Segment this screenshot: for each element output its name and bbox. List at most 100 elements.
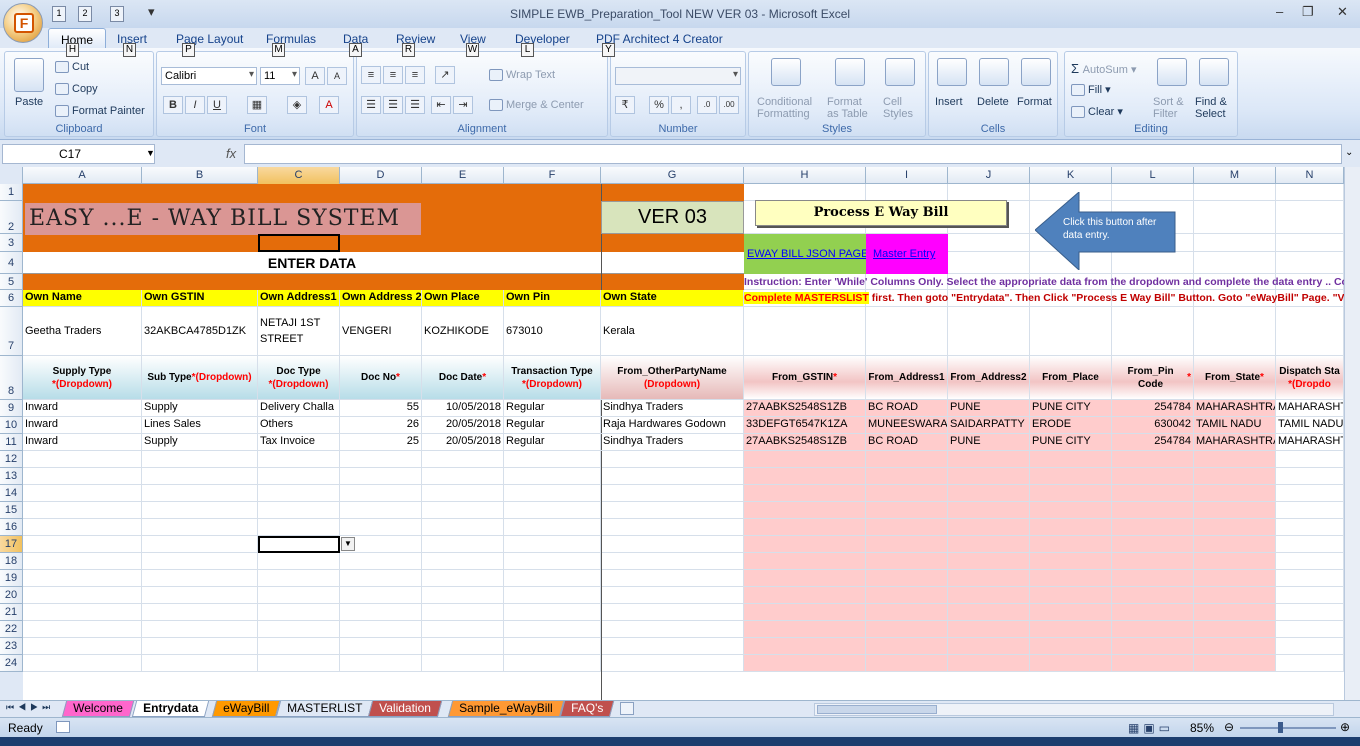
grid-cell[interactable] [258, 604, 340, 621]
row-header-23[interactable]: 23 [0, 638, 23, 655]
grid-cell[interactable] [340, 604, 422, 621]
grid-cell[interactable] [1030, 502, 1112, 519]
grid-cell[interactable] [866, 553, 948, 570]
zoom-level[interactable]: 85% [1190, 721, 1214, 735]
table-cell[interactable]: Lines Sales [142, 417, 258, 434]
table-header[interactable]: From_GSTIN * [744, 356, 866, 400]
insert-sheet-icon[interactable] [620, 702, 634, 715]
grid-cell[interactable] [422, 451, 504, 468]
grid-cell[interactable] [142, 638, 258, 655]
grid-cell[interactable] [866, 502, 948, 519]
grid-cell[interactable] [1112, 519, 1194, 536]
grow-font-button[interactable]: A [305, 67, 325, 85]
sheet-tab-validation[interactable]: Validation [367, 701, 442, 717]
grid-cell[interactable] [744, 570, 866, 587]
table-cell[interactable]: 630042 [1112, 417, 1194, 434]
cell-styles-icon[interactable] [885, 58, 915, 86]
grid-cell[interactable] [1276, 468, 1344, 485]
grid-cell[interactable] [142, 570, 258, 587]
table-cell[interactable]: PUNE [948, 400, 1030, 417]
grid-cell[interactable] [422, 604, 504, 621]
grid-cell[interactable] [948, 536, 1030, 553]
format-painter-button[interactable]: Format Painter [55, 105, 145, 118]
number-format-combo[interactable] [615, 67, 741, 85]
grid-cell[interactable] [1112, 553, 1194, 570]
clear-button[interactable]: Clear ▾ [1071, 105, 1123, 119]
align-top-icon[interactable]: ≡ [361, 66, 381, 84]
grid-cell[interactable] [504, 468, 601, 485]
grid-cell[interactable] [340, 587, 422, 604]
table-cell[interactable]: Inward [23, 400, 142, 417]
view-buttons-icon[interactable]: ▦▣▭ [1128, 721, 1174, 735]
grid-cell[interactable] [504, 519, 601, 536]
row-header-9[interactable]: 9 [0, 400, 23, 417]
grid-cell[interactable] [23, 468, 142, 485]
name-box-dropdown-icon[interactable]: ▼ [146, 148, 155, 158]
table-cell[interactable]: SAIDARPATTY [948, 417, 1030, 434]
format-table-button[interactable]: Format as Table [827, 96, 868, 120]
paste-icon[interactable] [14, 58, 44, 92]
grid-cell[interactable] [142, 604, 258, 621]
table-header[interactable]: From_Address1 [866, 356, 948, 400]
grid-cell[interactable] [866, 307, 948, 356]
table-cell[interactable]: Others [258, 417, 340, 434]
grid-cell[interactable] [744, 553, 866, 570]
grid-cell[interactable] [142, 553, 258, 570]
grid-cell[interactable] [1030, 553, 1112, 570]
own-value[interactable]: 32AKBCA4785D1ZK [142, 307, 258, 356]
sheet-tab-faq-s[interactable]: FAQ's [559, 701, 615, 717]
grid-cell[interactable] [1194, 451, 1276, 468]
grid-cell[interactable] [601, 519, 744, 536]
grid-cell[interactable] [866, 519, 948, 536]
function-icon[interactable]: fx [158, 144, 242, 164]
grid-cell[interactable] [1194, 184, 1276, 201]
own-value[interactable]: NETAJI 1ST STREET [258, 307, 340, 356]
table-cell[interactable]: Regular [504, 400, 601, 417]
grid-cell[interactable] [744, 519, 866, 536]
increase-indent-icon[interactable]: ⇥ [453, 96, 473, 114]
grid-cell[interactable] [422, 587, 504, 604]
grid-cell[interactable] [1194, 587, 1276, 604]
table-cell[interactable]: 20/05/2018 [422, 434, 504, 451]
grid-cell[interactable] [258, 502, 340, 519]
grid-cell[interactable] [948, 655, 1030, 672]
row-header-22[interactable]: 22 [0, 621, 23, 638]
table-cell[interactable]: MAHARASHT [1276, 434, 1344, 451]
row-header-13[interactable]: 13 [0, 468, 23, 485]
grid-cell[interactable] [948, 451, 1030, 468]
grid-cell[interactable] [1030, 655, 1112, 672]
table-cell[interactable]: PUNE CITY [1030, 400, 1112, 417]
column-header-g[interactable]: G [601, 167, 744, 184]
grid-cell[interactable] [1194, 468, 1276, 485]
grid-cell[interactable] [422, 536, 504, 553]
grid-cell[interactable] [866, 604, 948, 621]
grid-cell[interactable] [1112, 307, 1194, 356]
zoom-in-icon[interactable]: ⊕ [1340, 720, 1350, 734]
grid-cell[interactable] [1276, 234, 1344, 252]
table-cell[interactable]: 55 [340, 400, 422, 417]
grid-cell[interactable] [258, 621, 340, 638]
grid-cell[interactable] [340, 519, 422, 536]
grid-cell[interactable] [504, 553, 601, 570]
grid-cell[interactable] [1112, 451, 1194, 468]
grid-cell[interactable] [601, 468, 744, 485]
sort-filter-button[interactable]: Sort & Filter [1153, 96, 1184, 120]
grid-cell[interactable] [1194, 536, 1276, 553]
align-bottom-icon[interactable]: ≡ [405, 66, 425, 84]
conditional-formatting-icon[interactable] [771, 58, 801, 86]
sheet-tab-ewaybill[interactable]: eWayBill [211, 701, 281, 717]
table-cell[interactable]: 254784 [1112, 434, 1194, 451]
grid-cell[interactable] [1112, 485, 1194, 502]
wrap-text-button[interactable]: Wrap Text [489, 69, 555, 82]
table-cell[interactable]: PUNE CITY [1030, 434, 1112, 451]
row-header-19[interactable]: 19 [0, 570, 23, 587]
table-cell[interactable]: Inward [23, 417, 142, 434]
grid-cell[interactable] [744, 621, 866, 638]
worksheet-grid[interactable]: EASY ...E - WAY BILL SYSTEM VER 03 ENTER D… [23, 184, 1344, 700]
grid-cell[interactable] [1194, 604, 1276, 621]
grid-cell[interactable] [601, 604, 744, 621]
grid-cell[interactable] [948, 234, 1030, 252]
grid-cell[interactable] [258, 553, 340, 570]
delete-button[interactable]: Delete [977, 96, 1009, 108]
column-header-b[interactable]: B [142, 167, 258, 184]
